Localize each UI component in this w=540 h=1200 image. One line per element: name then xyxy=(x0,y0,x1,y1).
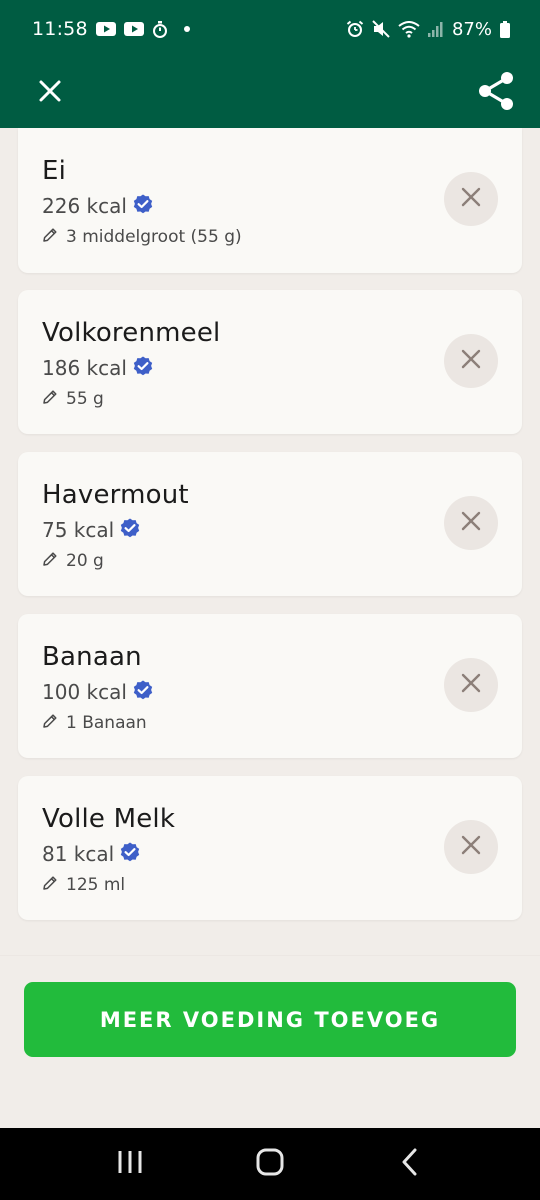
recent-apps-button[interactable] xyxy=(100,1134,160,1194)
verified-badge-icon xyxy=(120,518,140,542)
status-left: 11:58 xyxy=(32,18,190,40)
food-portion-row: 55 g xyxy=(42,389,104,409)
food-kcal: 226 kcal xyxy=(42,194,127,218)
food-portion-row: 20 g xyxy=(42,551,104,571)
food-card[interactable]: Ei 226 kcal 3 middelgroot (55 g) xyxy=(18,128,522,273)
battery-percentage: 87% xyxy=(451,18,492,40)
close-icon xyxy=(461,835,481,859)
signal-icon xyxy=(427,21,444,37)
food-name: Ei xyxy=(42,156,67,186)
food-kcal-row: 226 kcal xyxy=(42,194,153,218)
remove-food-button[interactable] xyxy=(444,820,498,874)
food-kcal: 186 kcal xyxy=(42,356,127,380)
food-name: Havermout xyxy=(42,480,189,510)
food-card[interactable]: Banaan 100 kcal 1 Banaan xyxy=(18,614,522,758)
close-icon xyxy=(38,79,62,107)
alarm-icon xyxy=(346,20,364,38)
battery-icon xyxy=(500,20,510,38)
pencil-icon xyxy=(42,227,58,247)
food-kcal: 81 kcal xyxy=(42,842,115,866)
pencil-icon xyxy=(42,875,58,895)
food-kcal-row: 75 kcal xyxy=(42,518,140,542)
mute-icon xyxy=(372,20,390,38)
close-icon xyxy=(461,511,481,535)
food-name: Banaan xyxy=(42,642,142,672)
food-portion: 20 g xyxy=(66,551,104,571)
timer-icon xyxy=(152,20,168,38)
food-kcal-row: 81 kcal xyxy=(42,842,140,866)
food-portion: 1 Banaan xyxy=(66,713,147,733)
food-portion-row: 1 Banaan xyxy=(42,713,147,733)
remove-food-button[interactable] xyxy=(444,334,498,388)
food-list: Ei 226 kcal 3 middelgroot (55 g) Volkore… xyxy=(18,128,522,938)
recent-apps-icon xyxy=(117,1149,143,1179)
food-portion-row: 125 ml xyxy=(42,875,125,895)
food-kcal: 75 kcal xyxy=(42,518,115,542)
share-button[interactable] xyxy=(474,71,518,115)
dot-icon xyxy=(183,26,190,32)
pencil-icon xyxy=(42,713,58,733)
pencil-icon xyxy=(42,389,58,409)
food-name: Volkorenmeel xyxy=(42,318,221,348)
close-icon xyxy=(461,187,481,211)
food-card[interactable]: Havermout 75 kcal 20 g xyxy=(18,452,522,596)
verified-badge-icon xyxy=(120,842,140,866)
food-kcal-row: 100 kcal xyxy=(42,680,153,704)
food-name: Volle Melk xyxy=(42,804,176,834)
youtube-icon xyxy=(123,22,144,36)
pencil-icon xyxy=(42,551,58,571)
bottom-action-area: MEER VOEDING TOEVOEG xyxy=(0,955,540,1128)
close-icon xyxy=(461,349,481,373)
food-portion: 125 ml xyxy=(66,875,126,895)
food-portion-row: 3 middelgroot (55 g) xyxy=(42,227,242,247)
home-button[interactable] xyxy=(240,1134,300,1194)
verified-badge-icon xyxy=(133,680,153,704)
remove-food-button[interactable] xyxy=(444,172,498,226)
food-kcal: 100 kcal xyxy=(42,680,127,704)
remove-food-button[interactable] xyxy=(444,496,498,550)
back-icon xyxy=(401,1148,419,1180)
verified-badge-icon xyxy=(133,356,153,380)
close-button[interactable] xyxy=(28,71,72,115)
food-card[interactable]: Volkorenmeel 186 kcal 55 g xyxy=(18,290,522,434)
food-portion: 55 g xyxy=(66,389,104,409)
app-header xyxy=(0,58,540,128)
status-bar: 11:58 87% xyxy=(0,0,540,58)
status-right: 87% xyxy=(346,19,510,40)
share-icon xyxy=(477,71,515,115)
food-kcal-row: 186 kcal xyxy=(42,356,153,380)
youtube-icon xyxy=(95,22,116,36)
status-time: 11:58 xyxy=(32,18,88,40)
verified-badge-icon xyxy=(133,194,153,218)
home-icon xyxy=(256,1148,284,1180)
back-button[interactable] xyxy=(380,1134,440,1194)
food-card[interactable]: Volle Melk 81 kcal 125 ml xyxy=(18,776,522,920)
system-nav-bar xyxy=(0,1128,540,1200)
close-icon xyxy=(461,673,481,697)
wifi-icon xyxy=(398,20,420,38)
add-more-food-button[interactable]: MEER VOEDING TOEVOEG xyxy=(24,982,516,1057)
food-portion: 3 middelgroot (55 g) xyxy=(66,227,242,247)
remove-food-button[interactable] xyxy=(444,658,498,712)
